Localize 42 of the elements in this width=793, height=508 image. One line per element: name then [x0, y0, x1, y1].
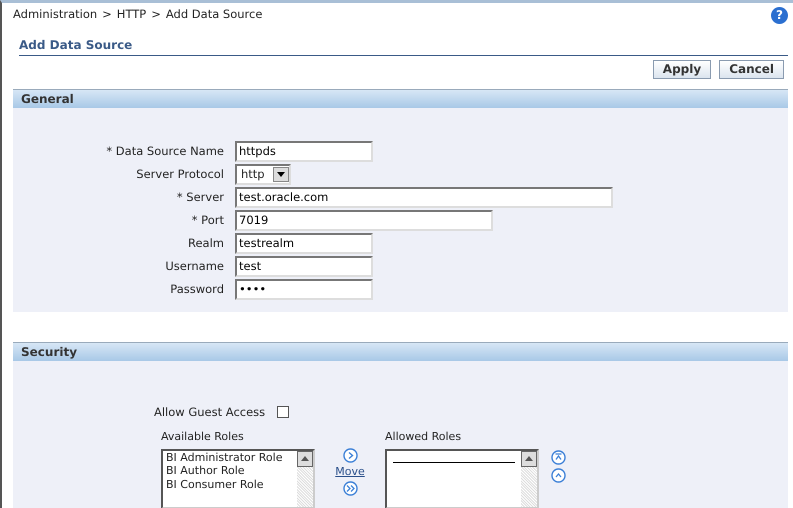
section-header: Security — [13, 342, 788, 361]
input-field[interactable]: test.oracle.com — [235, 186, 613, 208]
apply-button[interactable]: Apply — [652, 60, 712, 79]
list-item[interactable]: BI Consumer Role — [166, 478, 294, 492]
move-up-icon[interactable] — [551, 468, 566, 483]
protocol-dropdown[interactable]: http — [235, 164, 291, 185]
list-item[interactable]: BI Author Role — [166, 464, 294, 478]
scroll-up-arrow-icon[interactable] — [301, 456, 309, 462]
field-label: Username — [164, 258, 225, 274]
caret-icon — [277, 172, 285, 177]
breadcrumb-link[interactable]: HTTP — [116, 7, 146, 21]
move-right-icon[interactable] — [342, 448, 358, 463]
input-field[interactable]: httpds — [235, 140, 373, 162]
field-label: * Port — [190, 212, 225, 228]
breadcrumb-current: Add Data Source — [166, 7, 262, 21]
list-item[interactable]: BI Administrator Role — [166, 450, 294, 464]
breadcrumb-separator: > — [102, 7, 112, 21]
move-top-icon[interactable] — [551, 450, 566, 465]
move-all-icon[interactable] — [342, 480, 358, 496]
help-icon[interactable]: ? — [771, 7, 788, 24]
field-label: * Data Source Name — [105, 144, 225, 159]
page-title: Add Data Source — [19, 38, 788, 56]
scroll-up-arrow-icon[interactable] — [525, 456, 533, 462]
list-label: Available Roles — [161, 430, 245, 444]
roles-listbox[interactable] — [385, 448, 539, 508]
field-label: * Server — [176, 190, 225, 205]
input-field[interactable]: test — [235, 256, 373, 277]
guest-access-checkbox[interactable] — [277, 406, 290, 418]
field-label: Realm — [187, 236, 225, 251]
breadcrumb-separator: > — [151, 7, 161, 21]
section-header: General — [13, 88, 788, 108]
checkbox-label: Allow Guest Access — [154, 404, 266, 420]
field-label: Password — [169, 282, 225, 297]
input-field[interactable]: 7019 — [235, 210, 493, 231]
cancel-button[interactable]: Cancel — [719, 60, 784, 79]
input-field[interactable]: testrealm — [235, 232, 373, 254]
roles-listbox[interactable]: BI Administrator Role BI Author Role BI Consumer Role — [161, 448, 315, 508]
move-link[interactable]: Move — [335, 464, 365, 479]
field-label: Server Protocol — [135, 166, 225, 182]
list-label: Allowed Roles — [385, 430, 462, 444]
input-field[interactable]: •••• — [235, 278, 373, 300]
breadcrumb-link[interactable]: Administration — [13, 7, 98, 21]
